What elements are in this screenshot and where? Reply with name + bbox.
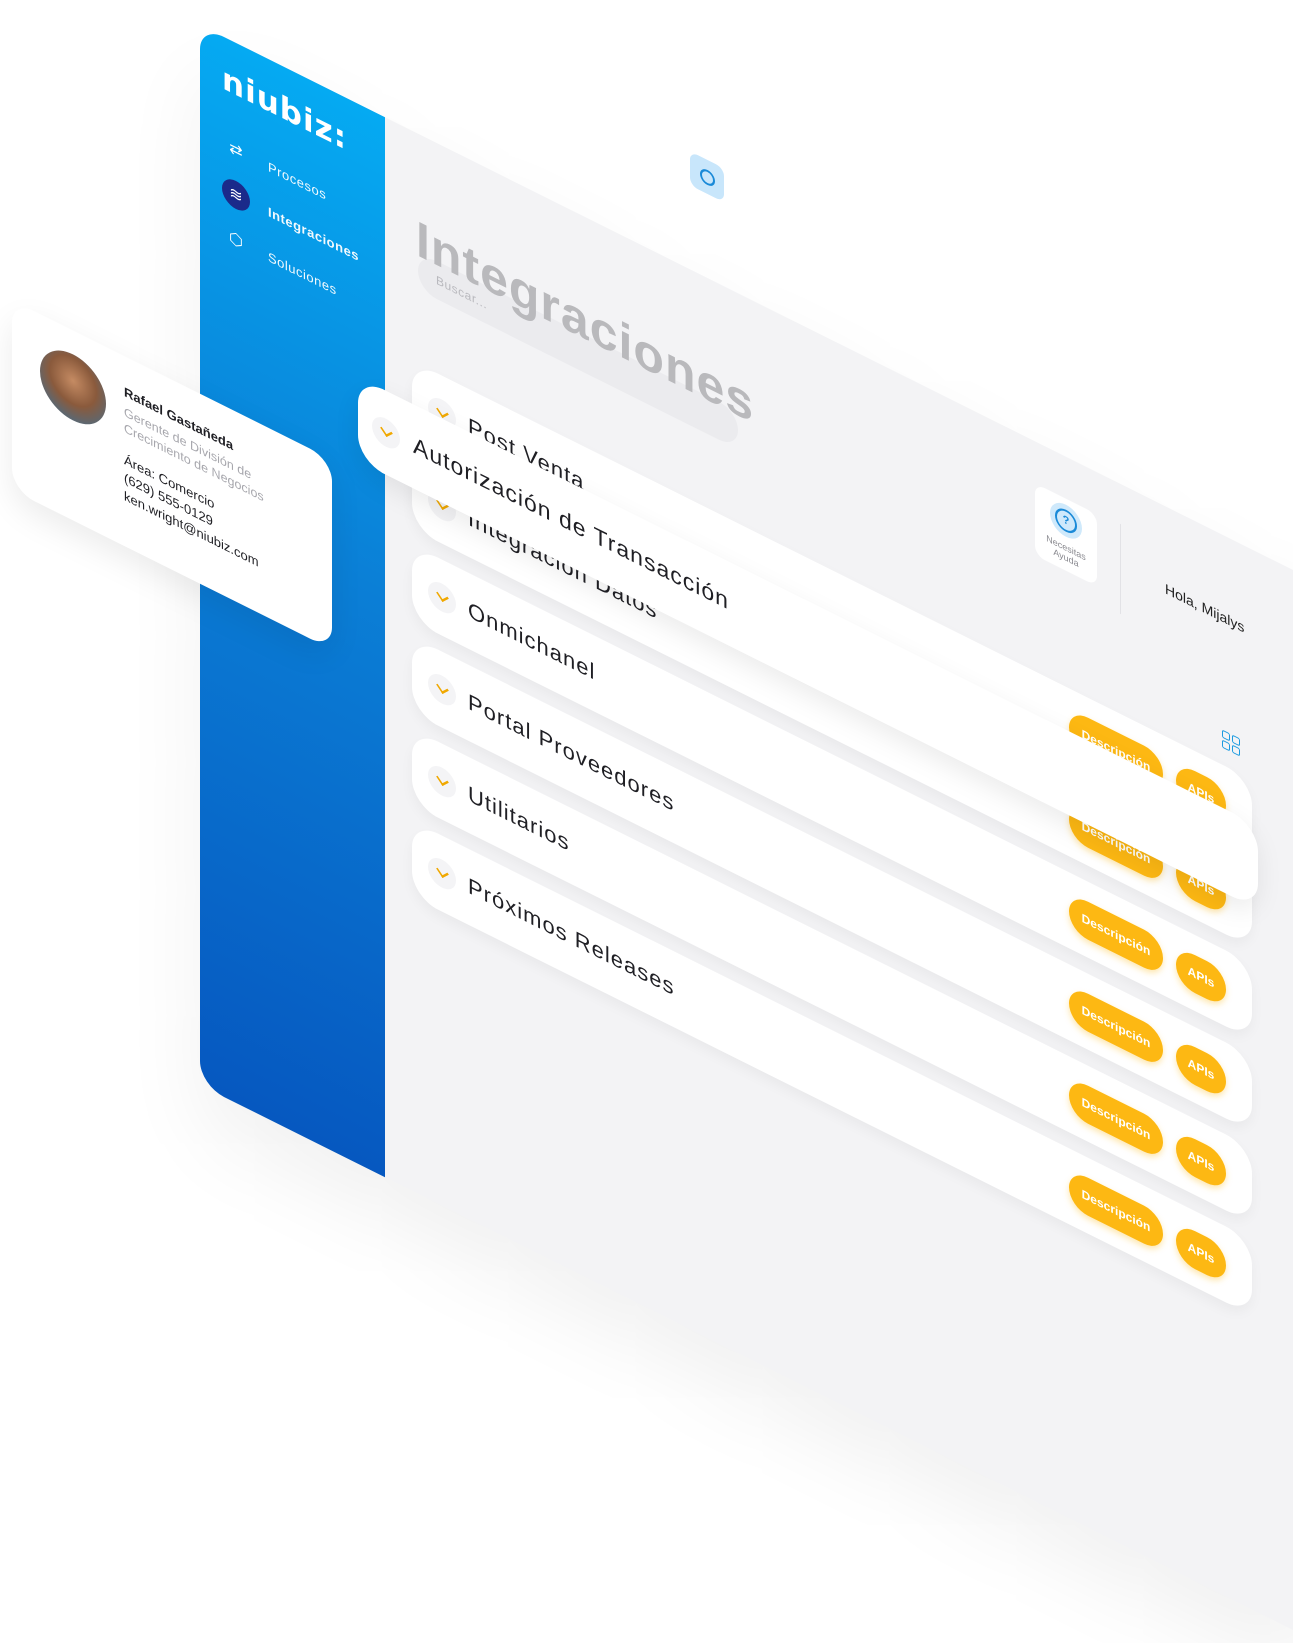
chevron-down-icon[interactable] — [428, 760, 456, 803]
row-label: Utilitarios — [468, 780, 570, 857]
apis-button[interactable]: APIs — [1176, 1037, 1226, 1101]
sidebar-item-label: Procesos — [268, 158, 327, 203]
chevron-down-icon[interactable] — [428, 852, 456, 895]
box-icon: ⬡ — [229, 228, 243, 253]
chevron-down-icon[interactable] — [428, 576, 456, 619]
description-button[interactable]: Descripción — [1069, 892, 1163, 978]
description-button[interactable]: Descripción — [1069, 1076, 1163, 1162]
apis-button[interactable]: APIs — [1176, 1221, 1226, 1285]
description-button[interactable]: Descripción — [1069, 984, 1163, 1070]
chevron-down-icon[interactable] — [372, 411, 400, 454]
apis-button[interactable]: APIs — [1176, 945, 1226, 1009]
sidebar-item-label: Soluciones — [268, 248, 337, 298]
description-button[interactable]: Descripción — [1069, 1168, 1163, 1254]
grid-view-icon[interactable] — [1222, 729, 1240, 757]
help-button[interactable]: ? Necesitas Ayuda — [1035, 483, 1097, 587]
scene: niubiz: ⇄ Procesos ≋ Integraciones ⬡ Sol… — [0, 0, 1293, 1643]
arrows-exchange-icon: ⇄ — [229, 138, 243, 163]
search-button[interactable] — [690, 151, 724, 203]
user-greeting[interactable]: Hola, Mijalys — [1165, 580, 1275, 651]
app-window: niubiz: ⇄ Procesos ≋ Integraciones ⬡ Sol… — [200, 25, 1293, 1643]
apis-button[interactable]: APIs — [1176, 1129, 1226, 1193]
layers-icon: ≋ — [222, 173, 250, 216]
header-divider — [1120, 523, 1121, 615]
chevron-down-icon[interactable] — [428, 668, 456, 711]
avatar — [40, 337, 106, 437]
search-icon — [699, 165, 715, 189]
